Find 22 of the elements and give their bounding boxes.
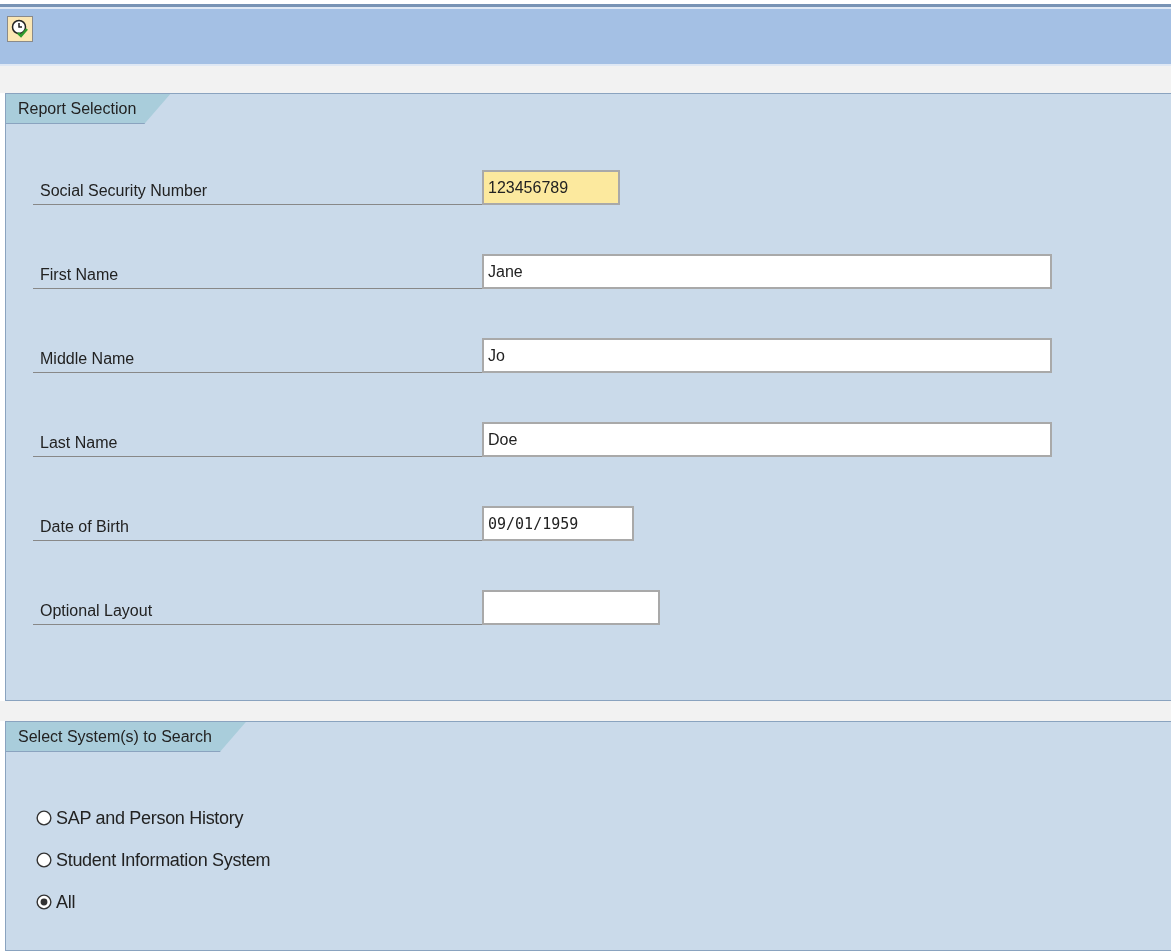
section-title: Report Selection: [6, 94, 171, 124]
field-label: First Name: [33, 266, 482, 289]
input-field[interactable]: Jane: [482, 254, 1052, 289]
execute-button[interactable]: [7, 15, 33, 42]
option-label: Student Information System: [56, 849, 271, 871]
field-label: Social Security Number: [33, 182, 482, 205]
radio-button[interactable]: [36, 852, 52, 868]
input-field[interactable]: 09/01/1959: [482, 506, 634, 541]
field-label: Optional Layout: [33, 602, 482, 625]
input-field[interactable]: Doe: [482, 422, 1052, 457]
section-title: Select System(s) to Search: [6, 722, 246, 752]
clock-check-icon: [10, 18, 30, 39]
radio-button[interactable]: [36, 810, 52, 826]
input-field[interactable]: 123456789: [482, 170, 620, 205]
input-field[interactable]: [482, 590, 660, 625]
field-label: Last Name: [33, 434, 482, 457]
field-label: Date of Birth: [33, 518, 482, 541]
option-label: SAP and Person History: [56, 807, 244, 829]
field-label: Middle Name: [33, 350, 482, 373]
radio-button[interactable]: [36, 894, 52, 910]
option-label: All: [56, 891, 76, 913]
input-field[interactable]: Jo: [482, 338, 1052, 373]
